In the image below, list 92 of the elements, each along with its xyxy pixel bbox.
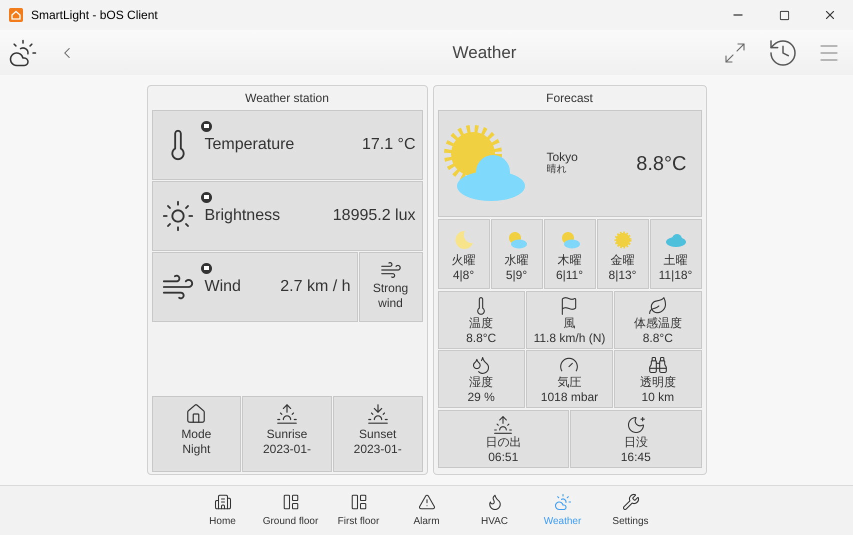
info-tile[interactable]: Sunset 2023-01-	[332, 396, 423, 472]
day-name: 金曜	[610, 252, 634, 268]
forecast-day-tile[interactable]: 火曜 4|8°	[438, 219, 490, 289]
status-badge-icon	[200, 192, 212, 203]
sensor-label: Temperature	[204, 135, 294, 155]
tile-label: Sunset	[359, 427, 396, 442]
fullscreen-icon[interactable]	[723, 40, 747, 64]
detail-value: 8.8°C	[466, 331, 496, 345]
floor-plan-icon	[350, 492, 368, 510]
panel-title: Weather station	[244, 90, 330, 107]
status-badge-icon	[200, 121, 212, 132]
window-title: SmartLight - bOS Client	[31, 7, 158, 24]
wind-alert-label: Strong wind	[372, 281, 410, 311]
wind-alert-tile[interactable]: Strong wind	[358, 252, 422, 322]
detail-label: 気圧	[557, 375, 582, 390]
sun-cloud-icon	[442, 124, 526, 204]
sensor-label: Brightness	[204, 206, 280, 226]
detail-label: 透明度	[640, 375, 676, 390]
panel-title: Forecast	[545, 90, 594, 107]
status-badge-icon	[200, 263, 212, 274]
detail-value: 10 km	[641, 390, 674, 404]
sensor-tile[interactable]: Brightness 18995.2 lux	[152, 181, 422, 251]
weather-condition: 晴れ	[546, 164, 568, 176]
tile-value: 2023-01-	[262, 442, 312, 457]
nav-tab[interactable]: Alarm	[392, 492, 460, 528]
tile-value: 2023-01-	[354, 442, 402, 457]
detail-value: 1018 mbar	[540, 390, 598, 404]
building-icon	[214, 492, 232, 510]
info-tile[interactable]: Mode Night	[152, 396, 242, 472]
sunrise-icon	[276, 403, 298, 425]
wrench-icon	[622, 492, 640, 510]
temperature-range: 8|13°	[608, 268, 636, 283]
moon-icon	[626, 415, 646, 435]
detail-label: 風	[563, 316, 576, 331]
sensor-tile[interactable]: Wind 2.7 km / h	[152, 252, 358, 322]
day-name: 水曜	[504, 252, 528, 268]
page-title: Weather	[452, 42, 518, 64]
sensor-value: 2.7 km / h	[280, 277, 350, 297]
sun-icon	[612, 230, 632, 250]
sun-time-value: 06:51	[488, 450, 518, 464]
day-name: 木曜	[558, 252, 582, 268]
temperature-range: 11|18°	[658, 268, 692, 283]
tile-value: Night	[182, 442, 210, 457]
tile-label: Sunrise	[266, 427, 308, 442]
nav-tab[interactable]: First floor	[324, 492, 392, 528]
detail-label: 体感温度	[634, 316, 682, 331]
nav-tab[interactable]: Settings	[596, 492, 664, 528]
sensor-label: Wind	[204, 277, 241, 297]
sun-icon	[160, 199, 194, 233]
detail-label: 温度	[469, 316, 494, 331]
sensor-value: 17.1 °C	[362, 135, 416, 155]
forecast-day-tile[interactable]: 土曜 11|18°	[650, 219, 702, 289]
sunrise-icon	[493, 415, 514, 435]
binoculars-icon	[648, 355, 668, 375]
floor-plan-icon	[282, 492, 300, 510]
sun-time-value: 16:45	[620, 450, 651, 464]
cloud-sun-icon	[8, 38, 38, 68]
sensor-tile[interactable]: Temperature 17.1 °C	[152, 110, 422, 180]
cloud-sun-icon	[554, 492, 572, 510]
app-logo-icon	[9, 8, 23, 22]
forecast-day-tile[interactable]: 水曜 5|9°	[490, 219, 542, 289]
sunset-icon	[366, 403, 389, 425]
maximize-icon	[778, 10, 790, 20]
moon-icon	[452, 229, 474, 251]
tile-label: Mode	[181, 427, 212, 442]
nav-tab[interactable]: HVAC	[460, 492, 528, 528]
temperature-range: 5|9°	[506, 268, 528, 283]
day-name: 火曜	[452, 252, 476, 268]
wind-icon	[380, 259, 402, 281]
house-icon	[185, 403, 208, 425]
current-temperature: 8.8°C	[636, 152, 686, 176]
forecast-day-tile[interactable]: 木曜 6|11°	[544, 219, 596, 289]
sun-time-label: 日没	[624, 435, 648, 450]
temperature-range: 4|8°	[452, 268, 474, 283]
info-tile[interactable]: Sunrise 2023-01-	[242, 396, 332, 472]
nav-tab[interactable]: Home	[188, 492, 256, 528]
leaf-icon	[648, 296, 668, 316]
day-name: 土曜	[664, 252, 688, 268]
temperature-range: 6|11°	[556, 268, 584, 283]
forecast-day-tile[interactable]: 金曜 8|13°	[596, 219, 648, 289]
close-icon	[823, 8, 837, 22]
nav-tab[interactable]: Ground floor	[256, 492, 324, 528]
detail-value: 29 %	[467, 390, 495, 404]
warning-icon	[418, 492, 436, 510]
sun-time-label: 日の出	[485, 435, 522, 450]
city-name: Tokyo	[546, 151, 578, 164]
detail-label: 湿度	[469, 375, 494, 390]
detail-value: 8.8°C	[642, 331, 673, 345]
drops-icon	[471, 355, 492, 375]
sensor-value: 18995.2 lux	[332, 206, 416, 226]
cloud-icon	[664, 233, 686, 247]
detail-value: 11.8 km/h (N)	[534, 331, 606, 345]
